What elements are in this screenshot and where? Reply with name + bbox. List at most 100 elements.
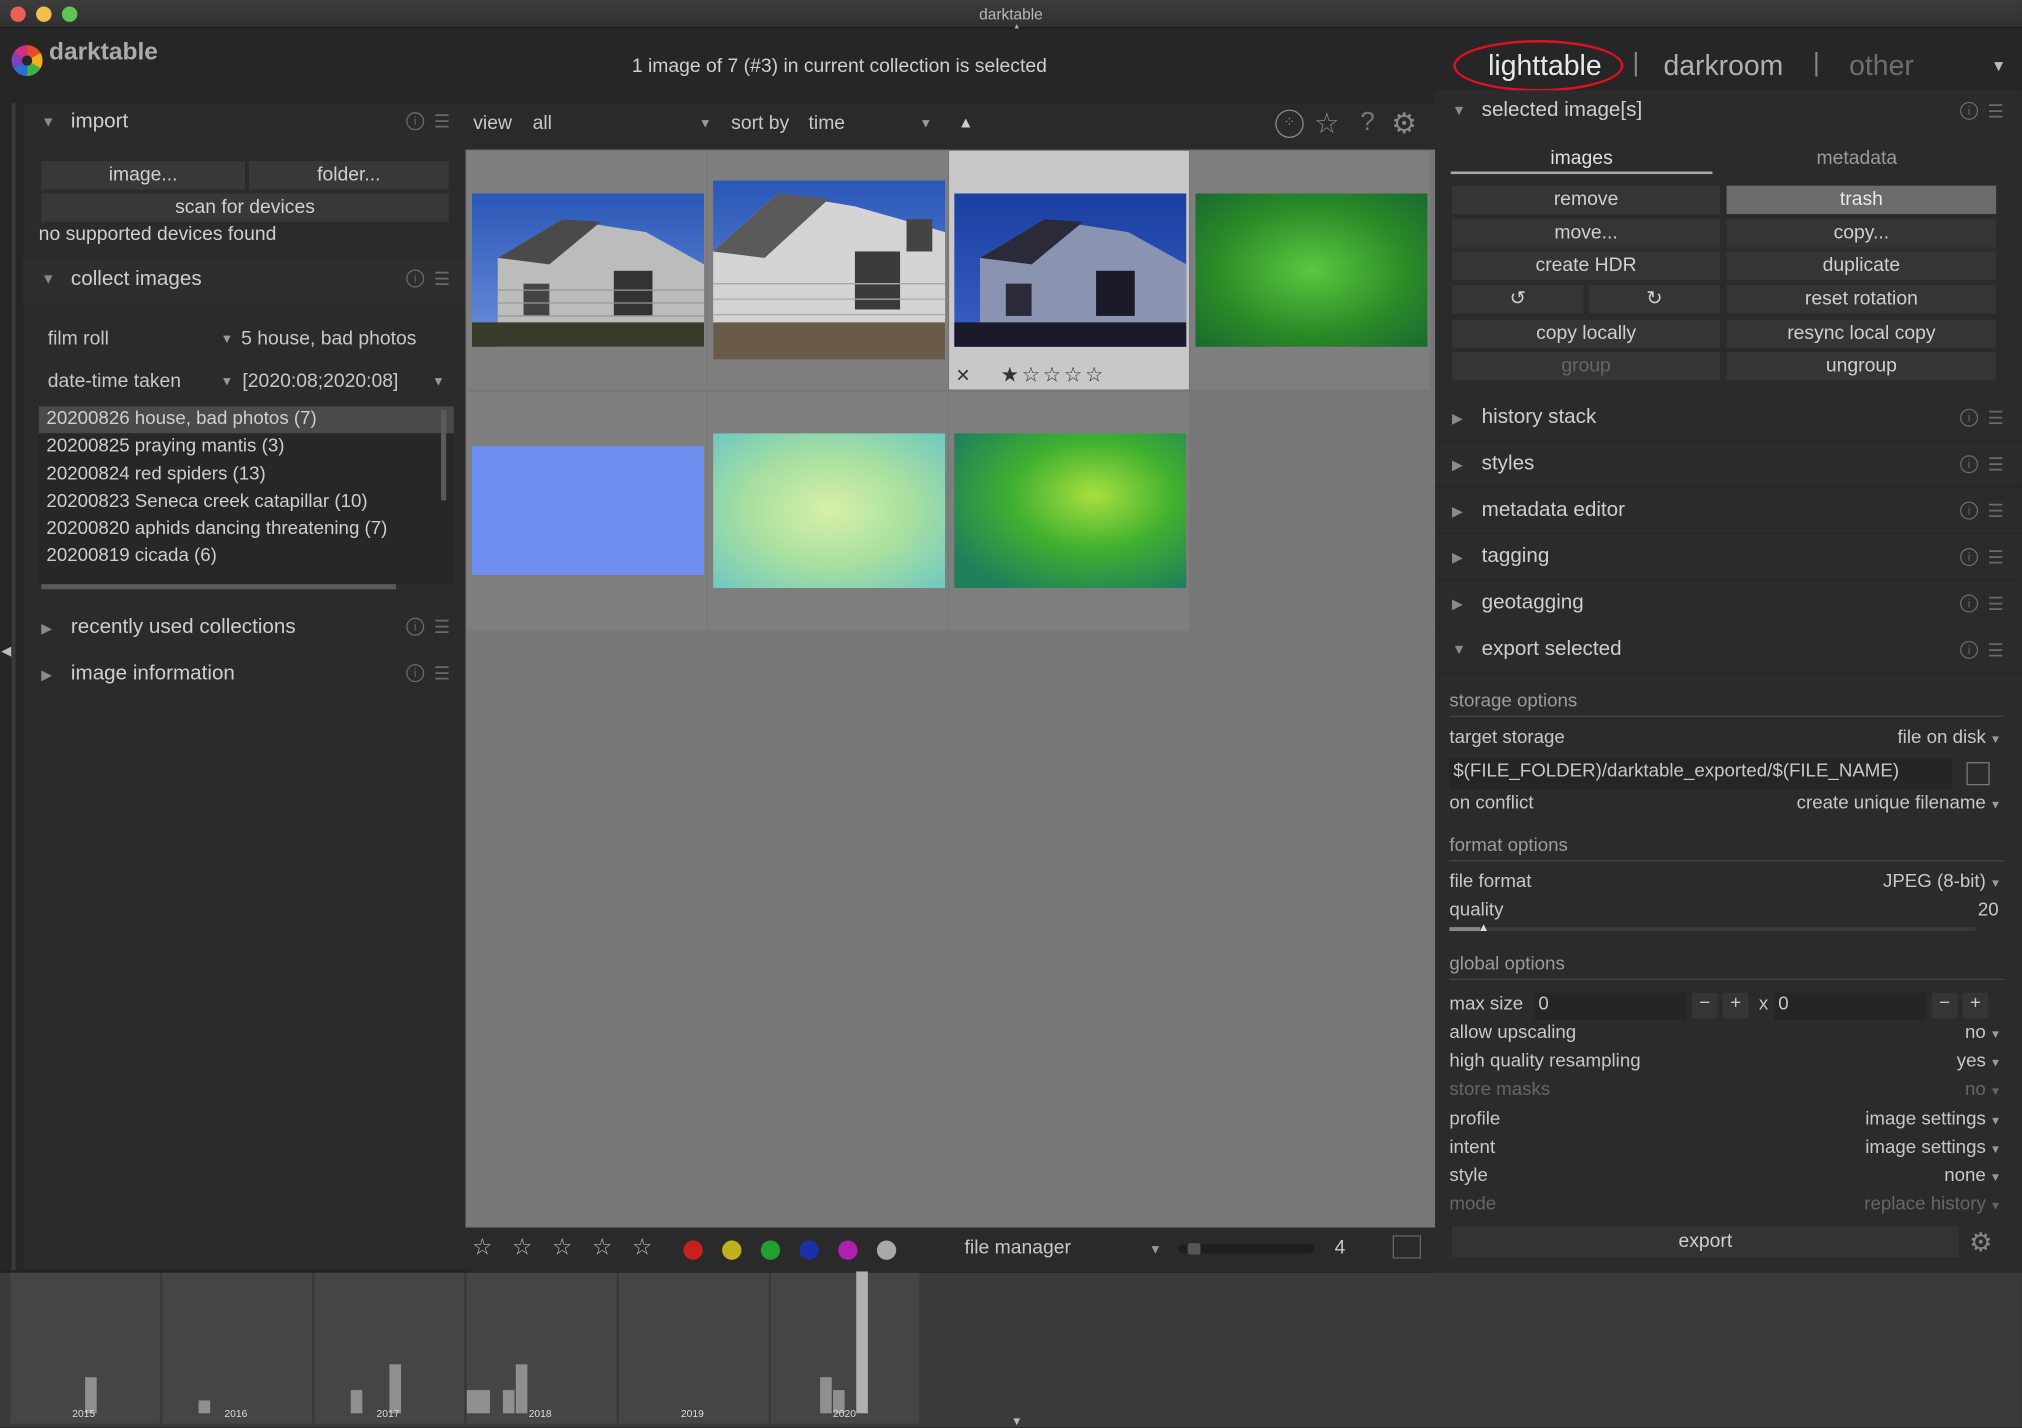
star-1-icon[interactable]: ☆ bbox=[472, 1234, 493, 1261]
increase-height-button[interactable]: + bbox=[1962, 992, 1989, 1019]
decrease-height-button[interactable]: − bbox=[1931, 992, 1958, 1019]
house-photo-thumbnail[interactable] bbox=[713, 180, 946, 360]
folder-icon[interactable] bbox=[1966, 762, 1990, 786]
create-hdr-button[interactable]: create HDR bbox=[1451, 251, 1721, 280]
thumbnail-cell[interactable] bbox=[707, 150, 948, 390]
reset-rotation-button[interactable]: reset rotation bbox=[1726, 284, 1997, 314]
rotate-left-button[interactable]: ↺ bbox=[1451, 284, 1584, 314]
image-information-module-header[interactable]: ▶ image information i ☰ bbox=[23, 655, 465, 699]
timeline-year[interactable]: 2016 bbox=[162, 1272, 314, 1424]
history-stack-module-header[interactable]: ▶ history stack i ☰ bbox=[1435, 397, 2022, 442]
on-conflict-value[interactable]: create unique filename bbox=[1797, 793, 1986, 814]
rule-property[interactable]: film roll bbox=[48, 328, 109, 350]
rule-value[interactable]: 5 house, bad photos bbox=[241, 328, 416, 350]
list-item[interactable]: 20200823 Seneca creek catapillar (10) bbox=[39, 489, 454, 516]
profile-value[interactable]: image settings bbox=[1865, 1109, 1986, 1130]
file-format-row[interactable]: file format JPEG (8-bit) ▼ bbox=[1449, 872, 2001, 898]
reset-icon[interactable]: i bbox=[1960, 455, 1979, 474]
on-conflict-row[interactable]: on conflict create unique filename ▼ bbox=[1449, 793, 2001, 819]
reset-icon[interactable]: i bbox=[1960, 501, 1979, 520]
intent-value[interactable]: image settings bbox=[1865, 1137, 1986, 1158]
reset-icon[interactable]: i bbox=[406, 617, 425, 636]
decrease-width-button[interactable]: − bbox=[1691, 992, 1718, 1019]
presets-menu-icon[interactable]: ☰ bbox=[434, 268, 450, 290]
thumbnail-cell[interactable] bbox=[707, 392, 948, 631]
export-selected-module-header[interactable]: ▼ export selected i ☰ bbox=[1435, 629, 2022, 674]
color-label-yellow[interactable] bbox=[722, 1240, 742, 1260]
left-panel-collapse-icon[interactable]: ◀ bbox=[1, 645, 11, 659]
rule-property[interactable]: date-time taken bbox=[48, 370, 181, 392]
quality-slider-handle[interactable]: ▲ bbox=[1478, 921, 1490, 934]
duplicate-button[interactable]: duplicate bbox=[1726, 251, 1997, 280]
bottom-panel-collapse-icon[interactable]: ▼ bbox=[1011, 1415, 1023, 1428]
thumbnail-cell-selected[interactable]: ✕ ★☆☆☆☆ bbox=[949, 150, 1189, 390]
presets-menu-icon[interactable]: ☰ bbox=[1988, 454, 2004, 476]
rule-menu-icon[interactable]: ▼ bbox=[432, 375, 445, 389]
quality-row[interactable]: quality 20 bbox=[1449, 900, 2001, 926]
selected-images-module-header[interactable]: ▼ selected image[s] i ☰ bbox=[1435, 90, 2022, 134]
reset-icon[interactable]: i bbox=[406, 112, 425, 131]
recent-collections-module-header[interactable]: ▶ recently used collections i ☰ bbox=[23, 609, 465, 653]
star-4-icon[interactable]: ☆ bbox=[592, 1234, 613, 1261]
sky-photo-thumbnail[interactable] bbox=[471, 446, 705, 576]
rule-value[interactable]: [2020:08;2020:08] bbox=[242, 370, 398, 392]
import-image-button[interactable]: image... bbox=[41, 161, 246, 190]
star-overlay-icon[interactable]: ☆ bbox=[1314, 107, 1339, 141]
help-icon[interactable]: ? bbox=[1360, 108, 1374, 138]
horizontal-scrollbar[interactable] bbox=[41, 584, 396, 590]
reset-icon[interactable]: i bbox=[1960, 408, 1979, 427]
resync-local-copy-button[interactable]: resync local copy bbox=[1726, 319, 1997, 349]
sort-dropdown[interactable]: time bbox=[809, 112, 846, 134]
collect-rule-1[interactable]: film roll ▼ 5 house, bad photos bbox=[39, 322, 452, 356]
presets-menu-icon[interactable]: ☰ bbox=[1988, 101, 2004, 123]
collection-list[interactable]: 20200826 house, bad photos (7) 20200825 … bbox=[38, 406, 454, 585]
presets-menu-icon[interactable]: ☰ bbox=[1988, 407, 2004, 429]
list-item[interactable]: 20200825 praying mantis (3) bbox=[39, 434, 454, 461]
group-button[interactable]: group bbox=[1451, 352, 1721, 381]
color-label-green[interactable] bbox=[760, 1240, 781, 1260]
profile-row[interactable]: profile image settings ▼ bbox=[1449, 1109, 2001, 1135]
grouping-icon[interactable]: ⁘ bbox=[1275, 109, 1304, 138]
high-quality-resampling-row[interactable]: high quality resampling yes ▼ bbox=[1449, 1051, 2001, 1077]
copy-locally-button[interactable]: copy locally bbox=[1451, 319, 1721, 349]
max-width-input[interactable]: 0 bbox=[1534, 992, 1687, 1020]
house-photo-thumbnail[interactable] bbox=[954, 193, 1187, 347]
move-button[interactable]: move... bbox=[1451, 219, 1721, 248]
color-label-red[interactable] bbox=[683, 1240, 703, 1260]
views-dropdown-icon[interactable]: ▼ bbox=[1991, 57, 2006, 75]
max-height-input[interactable]: 0 bbox=[1774, 992, 1927, 1020]
thumbnail-cell[interactable] bbox=[949, 392, 1189, 631]
remove-button[interactable]: remove bbox=[1451, 185, 1721, 215]
tab-images[interactable]: images bbox=[1450, 147, 1713, 175]
view-filter-dropdown[interactable]: all bbox=[533, 112, 552, 134]
rotate-right-button[interactable]: ↻ bbox=[1588, 284, 1721, 314]
target-storage-row[interactable]: target storage file on disk ▼ bbox=[1449, 727, 2001, 753]
timeline-year[interactable]: 2020 bbox=[771, 1271, 921, 1424]
intent-row[interactable]: intent image settings ▼ bbox=[1449, 1137, 2001, 1163]
export-button[interactable]: export bbox=[1451, 1226, 1959, 1258]
collect-rule-2[interactable]: date-time taken ▼ [2020:08;2020:08] ▼ bbox=[39, 365, 452, 399]
dropdown-arrow-icon[interactable]: ▼ bbox=[919, 117, 932, 131]
star-rating-icon[interactable]: ★☆☆☆☆ bbox=[1001, 362, 1106, 388]
dropdown-arrow-icon[interactable]: ▼ bbox=[1149, 1243, 1162, 1257]
house-photo-thumbnail[interactable] bbox=[471, 193, 705, 347]
star-5-icon[interactable]: ☆ bbox=[632, 1234, 653, 1261]
zoom-slider-handle[interactable] bbox=[1187, 1243, 1201, 1255]
reset-icon[interactable]: i bbox=[1960, 548, 1979, 567]
styles-module-header[interactable]: ▶ styles i ☰ bbox=[1435, 444, 2022, 488]
foliage-photo-thumbnail[interactable] bbox=[954, 433, 1187, 589]
reject-icon[interactable]: ✕ bbox=[956, 365, 971, 387]
reset-icon[interactable]: i bbox=[1960, 101, 1979, 120]
presets-menu-icon[interactable]: ☰ bbox=[1988, 547, 2004, 569]
timeline-year[interactable]: 2017 bbox=[314, 1272, 466, 1424]
foliage-photo-thumbnail[interactable] bbox=[713, 433, 946, 589]
allow-upscaling-row[interactable]: allow upscaling no ▼ bbox=[1449, 1023, 2001, 1049]
gear-icon[interactable]: ⚙ bbox=[1391, 107, 1416, 141]
export-path-input[interactable]: $(FILE_FOLDER)/darktable_exported/$(FILE… bbox=[1449, 758, 1953, 790]
style-row[interactable]: style none ▼ bbox=[1449, 1166, 2001, 1192]
dropdown-arrow-icon[interactable]: ▼ bbox=[221, 333, 234, 347]
presets-menu-icon[interactable]: ☰ bbox=[1988, 593, 2004, 615]
allow-upscaling-value[interactable]: no bbox=[1965, 1023, 1986, 1044]
presets-menu-icon[interactable]: ☰ bbox=[434, 663, 450, 685]
vertical-scrollbar[interactable] bbox=[441, 410, 447, 501]
